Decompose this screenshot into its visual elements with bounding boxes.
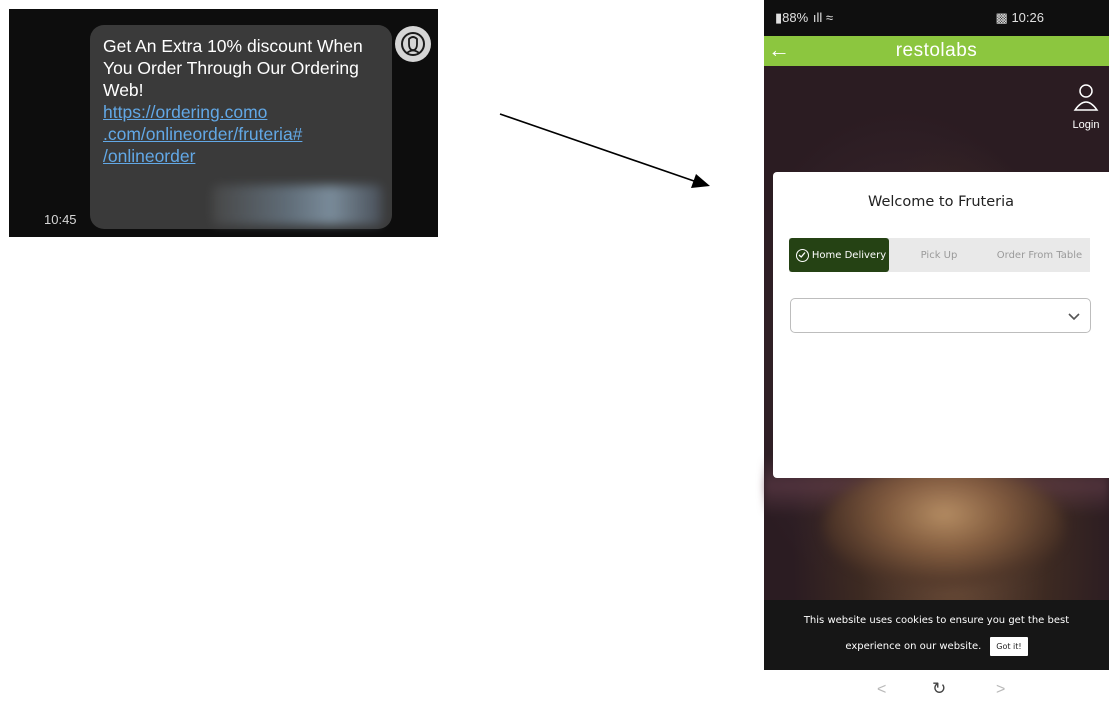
- app-title: restolabs: [895, 40, 978, 61]
- cookie-accept-button[interactable]: Got it!: [990, 637, 1028, 656]
- nav-forward-icon[interactable]: >: [996, 681, 1005, 699]
- welcome-modal: Welcome to Fruteria Home Delivery Pick U…: [773, 172, 1109, 478]
- hero-bread-image: [824, 466, 1064, 586]
- sms-link-line-2: .com/onlineorder/fruteria#: [103, 124, 303, 144]
- signal-icon: ıll: [811, 10, 823, 25]
- tab-pick-up-label: Pick Up: [920, 249, 958, 261]
- pointer-arrow-icon: [499, 113, 710, 188]
- app-header: ← restolabs: [764, 36, 1109, 66]
- tab-order-from-table[interactable]: Order From Table: [989, 238, 1090, 272]
- sms-link[interactable]: https://ordering.como .com/onlineorder/f…: [103, 101, 383, 167]
- nav-reload-icon[interactable]: ↻: [932, 679, 946, 699]
- user-icon: [1073, 84, 1099, 111]
- nav-back-icon[interactable]: <: [877, 681, 886, 699]
- contact-avatar-icon[interactable]: [395, 26, 431, 62]
- tab-pick-up[interactable]: Pick Up: [889, 238, 989, 272]
- wifi-icon: ≈: [825, 10, 834, 25]
- check-circle-icon: [795, 248, 809, 262]
- cookie-text-line-1: This website uses cookies to ensure you …: [803, 615, 1070, 626]
- status-battery: ▮88% ıll ≈: [775, 10, 833, 26]
- notification-icon: ▩: [995, 10, 1008, 25]
- phone-screen: ▮88% ıll ≈ ▩ 10:26 ← restolabs Login Wel…: [764, 0, 1109, 709]
- chevron-down-icon: [1068, 313, 1080, 321]
- status-bar: ▮88% ıll ≈ ▩ 10:26: [764, 0, 1109, 36]
- battery-level: 88%: [782, 10, 809, 25]
- cookie-banner: This website uses cookies to ensure you …: [764, 600, 1109, 670]
- login-button[interactable]: Login: [1068, 82, 1104, 131]
- tab-order-from-table-label: Order From Table: [996, 249, 1083, 261]
- sms-message-card: Get An Extra 10% discount When You Order…: [9, 9, 438, 237]
- cookie-text-row-2: experience on our website. Got it!: [764, 637, 1109, 656]
- order-type-tabs: Home Delivery Pick Up Order From Table: [789, 238, 1090, 272]
- modal-title: Welcome to Fruteria: [867, 194, 1015, 210]
- status-clock: ▩ 10:26: [996, 10, 1044, 26]
- screenshot-root: Get An Extra 10% discount When You Order…: [0, 0, 1109, 709]
- sms-link-line-3: /onlineorder: [103, 146, 196, 166]
- sms-message-text: Get An Extra 10% discount When You Order…: [103, 36, 363, 100]
- delivery-location-select[interactable]: [790, 298, 1091, 333]
- sms-bubble: Get An Extra 10% discount When You Order…: [90, 25, 392, 229]
- browser-nav-bar: < ↻ >: [764, 670, 1109, 709]
- tab-home-delivery-label: Home Delivery: [811, 249, 887, 261]
- sms-timestamp: 10:45: [44, 212, 77, 227]
- tab-home-delivery[interactable]: Home Delivery: [789, 238, 889, 272]
- login-label: Login: [1072, 119, 1100, 131]
- clock-time: 10:26: [1011, 10, 1044, 25]
- sms-redacted-area: [212, 185, 382, 225]
- sms-link-line-1: https://ordering.como: [103, 102, 268, 122]
- cookie-text-line-2: experience on our website.: [845, 641, 982, 652]
